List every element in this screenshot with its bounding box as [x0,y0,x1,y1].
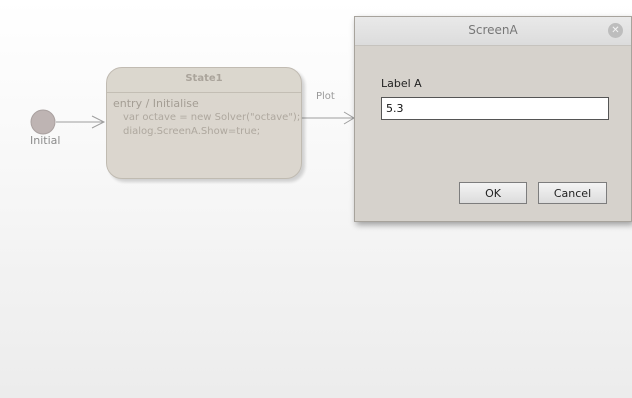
close-icon[interactable]: ✕ [608,23,623,38]
initial-label: Initial [30,134,61,147]
initial-node[interactable] [30,109,56,135]
transition-label: Plot [316,91,335,102]
ok-button[interactable]: OK [459,182,527,204]
label-a-input[interactable] [381,97,609,120]
state-title: State1 [107,68,301,93]
label-a: Label A [381,77,422,90]
state-node[interactable]: State1 entry / Initialise var octave = n… [106,67,302,179]
screena-dialog: ScreenA ✕ Label A OK Cancel [354,16,632,222]
state-code-line: var octave = new Solver("octave"); [123,112,301,123]
cancel-button[interactable]: Cancel [538,182,607,204]
state-body: entry / Initialise var octave = new Solv… [107,93,301,143]
dialog-title: ScreenA [468,23,518,37]
state-code-line: dialog.ScreenA.Show=true; [123,126,261,137]
state-entry-action: entry / Initialise [113,97,199,110]
dialog-titlebar[interactable]: ScreenA ✕ [355,17,631,46]
